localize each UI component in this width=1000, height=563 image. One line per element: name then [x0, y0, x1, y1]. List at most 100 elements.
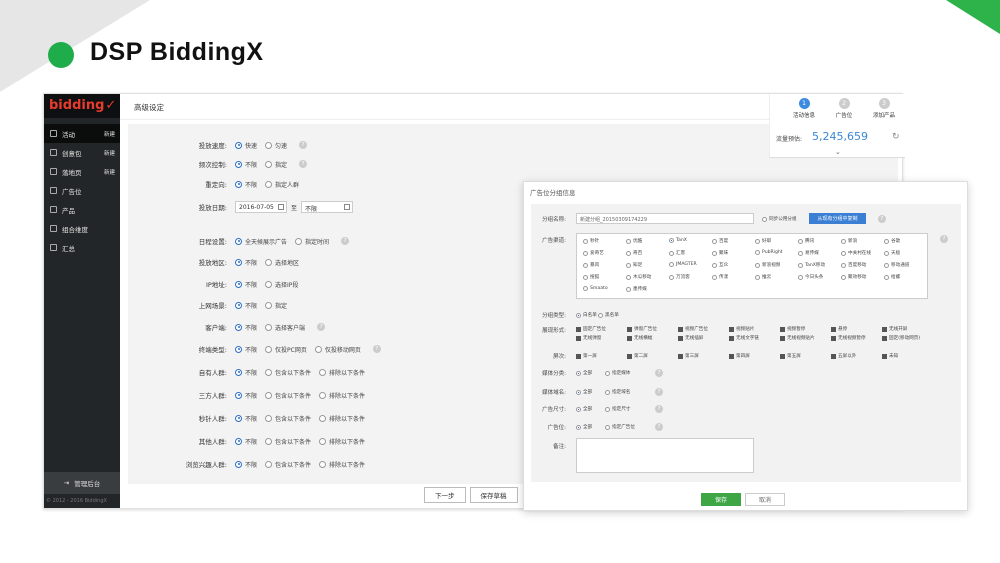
radio-option[interactable]: 指定人群 [265, 180, 299, 189]
radio-button[interactable] [626, 274, 631, 280]
radio-button[interactable] [669, 262, 674, 267]
channel-option[interactable]: 移动通道 [884, 262, 909, 268]
channel-option[interactable]: 墨传媒 [626, 286, 647, 292]
sync-checkbox[interactable]: 同步公用分组 [762, 216, 797, 222]
radio-button[interactable] [319, 391, 327, 399]
format-checkbox[interactable]: 弹窗广告位 [627, 326, 657, 332]
radio-option[interactable]: 指定广告位 [605, 424, 635, 430]
radio-button[interactable] [583, 286, 588, 291]
radio-button[interactable] [605, 406, 610, 412]
format-checkbox[interactable]: 视频暂停 [780, 326, 805, 332]
radio-option[interactable]: 排除以下条件 [319, 391, 365, 400]
checkbox[interactable] [831, 326, 836, 332]
note-textarea[interactable] [576, 438, 754, 473]
radio-button[interactable] [798, 238, 803, 244]
radio-button[interactable] [314, 345, 322, 353]
radio-button[interactable] [319, 414, 327, 422]
radio-button[interactable] [626, 238, 631, 244]
radio-button[interactable] [669, 238, 674, 243]
cancel-button[interactable]: 取消 [745, 493, 785, 506]
radio-option[interactable]: 不限 [235, 258, 257, 267]
channel-option[interactable]: 百度 [712, 238, 728, 244]
radio-button[interactable] [598, 312, 603, 318]
radio-button[interactable] [605, 389, 610, 395]
checkbox[interactable] [576, 353, 581, 359]
radio-option[interactable]: 包含以下条件 [265, 368, 311, 377]
channel-option[interactable]: 汇客 [669, 250, 685, 256]
radio-button[interactable] [235, 237, 242, 245]
radio-option[interactable]: 排除以下条件 [319, 414, 365, 423]
save-button[interactable]: 保存 [701, 493, 741, 506]
radio-button[interactable] [669, 274, 674, 280]
radio-button[interactable] [712, 274, 717, 280]
radio-button[interactable] [884, 274, 889, 280]
radio-button[interactable] [583, 250, 588, 256]
radio-button[interactable] [626, 262, 631, 268]
radio-button[interactable] [884, 250, 889, 256]
radio-button[interactable] [319, 437, 327, 445]
radio-button[interactable] [605, 370, 610, 376]
screen-checkbox[interactable]: 五屏以外 [831, 353, 856, 359]
radio-option[interactable]: 不限 [235, 414, 257, 423]
radio-option[interactable]: 不限 [235, 301, 257, 310]
radio-option[interactable]: 包含以下条件 [265, 437, 311, 446]
channel-option[interactable]: 传漾 [712, 274, 728, 280]
radio-option[interactable]: 包含以下条件 [265, 460, 311, 469]
channel-option[interactable]: 搜狐 [583, 274, 599, 280]
radio-option[interactable]: 排除以下条件 [319, 437, 365, 446]
radio-option[interactable]: 不限 [235, 368, 257, 377]
format-checkbox[interactable]: 无线文字链 [729, 335, 759, 341]
channel-option[interactable]: TanX移动 [798, 262, 825, 268]
radio-option[interactable]: 不限 [235, 160, 257, 169]
sidebar-item-badge[interactable]: 新建 [104, 130, 115, 138]
radio-button[interactable] [235, 437, 242, 445]
radio-button[interactable] [669, 250, 674, 256]
help-icon[interactable]: ? [655, 405, 663, 413]
channel-option[interactable]: 知足 [626, 262, 642, 268]
radio-option[interactable]: 不限 [235, 437, 257, 446]
radio-button[interactable] [265, 437, 273, 445]
checkbox[interactable] [831, 353, 836, 359]
screen-checkbox[interactable]: 第三屏 [678, 353, 699, 359]
radio-option[interactable]: 指定时间 [295, 237, 329, 246]
radio-button[interactable] [235, 258, 242, 266]
radio-option[interactable]: 选择客户端 [265, 323, 305, 332]
group-type-option[interactable]: 黑名单 [598, 312, 619, 318]
radio-option[interactable]: 不限 [235, 345, 257, 354]
sidebar-item-badge[interactable]: 新建 [104, 149, 115, 157]
radio-button[interactable] [626, 250, 631, 256]
radio-button[interactable] [884, 262, 889, 268]
radio-button[interactable] [576, 389, 581, 395]
radio-option[interactable]: 不限 [235, 280, 257, 289]
help-icon[interactable]: ? [940, 235, 948, 243]
radio-button[interactable] [265, 368, 273, 376]
channel-option[interactable]: 奇百 [626, 250, 642, 256]
radio-option[interactable]: 全部 [576, 389, 592, 395]
checkbox[interactable] [678, 335, 683, 341]
channel-option[interactable]: 腾讯 [798, 238, 814, 244]
sidebar-item-2[interactable]: 落地页 新建 [44, 162, 120, 181]
channel-option[interactable]: 新浪 [841, 238, 857, 244]
channel-option[interactable]: 百度移动 [841, 262, 866, 268]
copy-group-button[interactable]: 从现有分组中复制 [809, 213, 866, 224]
radio-button[interactable] [712, 250, 717, 256]
channel-option[interactable]: 新浪视频 [755, 262, 780, 268]
help-icon[interactable]: ? [299, 160, 308, 168]
help-icon[interactable]: ? [317, 323, 326, 331]
checkbox[interactable] [576, 326, 581, 332]
radio-button[interactable] [755, 250, 760, 255]
format-checkbox[interactable]: 悬停 [831, 326, 847, 332]
checkbox[interactable] [729, 335, 734, 341]
sidebar-item-5[interactable]: 组合维度 [44, 219, 120, 238]
channel-option[interactable]: 木瓜移动 [626, 274, 651, 280]
step-1[interactable]: 1 活动信息 [784, 98, 824, 119]
radio-button[interactable] [235, 160, 242, 168]
channel-option[interactable]: 中关村在线 [841, 250, 871, 256]
radio-button[interactable] [841, 250, 846, 256]
screen-checkbox[interactable]: 第二屏 [627, 353, 648, 359]
radio-button[interactable] [755, 238, 760, 244]
channel-option[interactable]: Smaato [583, 286, 608, 291]
radio-option[interactable]: 选择IP段 [265, 280, 298, 289]
checkbox[interactable] [780, 335, 785, 341]
radio-option[interactable]: 全部 [576, 406, 592, 412]
